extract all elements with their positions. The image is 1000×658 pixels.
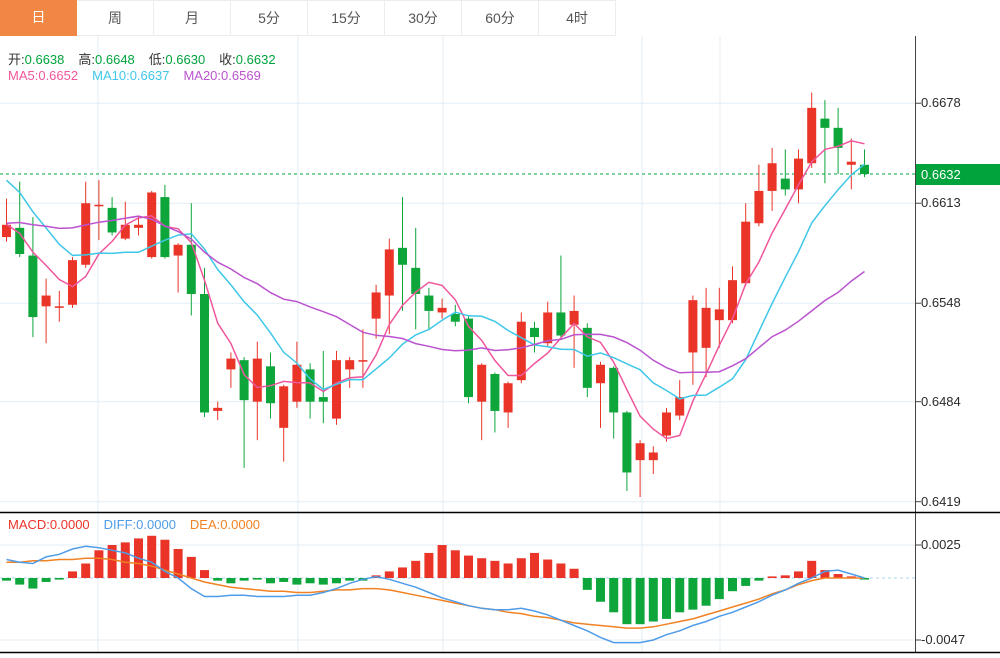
macd-readout: MACD:0.0000 DIFF:0.0000 DEA:0.0000 [8,517,274,532]
price-axis-label: 0.6548 [921,294,961,312]
readout-item: 低:0.6630 [149,52,205,67]
tab-month[interactable]: 月 [154,0,231,36]
price-axis-label: 0.6613 [921,194,961,212]
tab-week[interactable]: 周 [77,0,154,36]
current-price-label: 0.6632 [916,164,1000,185]
readout-item: DIFF:0.0000 [104,517,176,532]
tab-60min[interactable]: 60分 [462,0,539,36]
readout-item: 开:0.6638 [8,52,64,67]
tab-5min[interactable]: 5分 [231,0,308,36]
trading-chart-app: 日周月5分15分30分60分4时 开:0.6638 高:0.6648 低:0.663… [0,0,1000,658]
macd-axis-label: -0.0047 [921,631,965,649]
readout-item: MACD:0.0000 [8,517,90,532]
readout-item: 收:0.6632 [219,52,275,67]
price-axis-label: 0.6484 [921,393,961,411]
readout-item: MA5:0.6652 [8,68,78,83]
readout-item: DEA:0.0000 [190,517,260,532]
macd-histogram [2,536,869,624]
price-axis-label: 0.6678 [921,94,961,112]
macd-axis-label: 0.0025 [921,536,961,554]
ohlc-readout: 开:0.6638 高:0.6648 低:0.6630 收:0.6632 [8,49,290,68]
readout-item: 高:0.6648 [78,52,134,67]
tab-4hour[interactable]: 4时 [539,0,616,36]
ma-readout: MA5:0.6652 MA10:0.6637 MA20:0.6569 [8,68,275,83]
price-axis-label: 0.6419 [921,493,961,511]
tab-day[interactable]: 日 [0,0,77,36]
tab-30min[interactable]: 30分 [385,0,462,36]
readout-item: MA10:0.6637 [92,68,169,83]
candlestick-chart[interactable] [0,0,1000,658]
readout-item: MA20:0.6569 [183,68,260,83]
candles-layer [2,92,869,497]
period-tabbar: 日周月5分15分30分60分4时 [0,0,616,36]
tab-15min[interactable]: 15分 [308,0,385,36]
